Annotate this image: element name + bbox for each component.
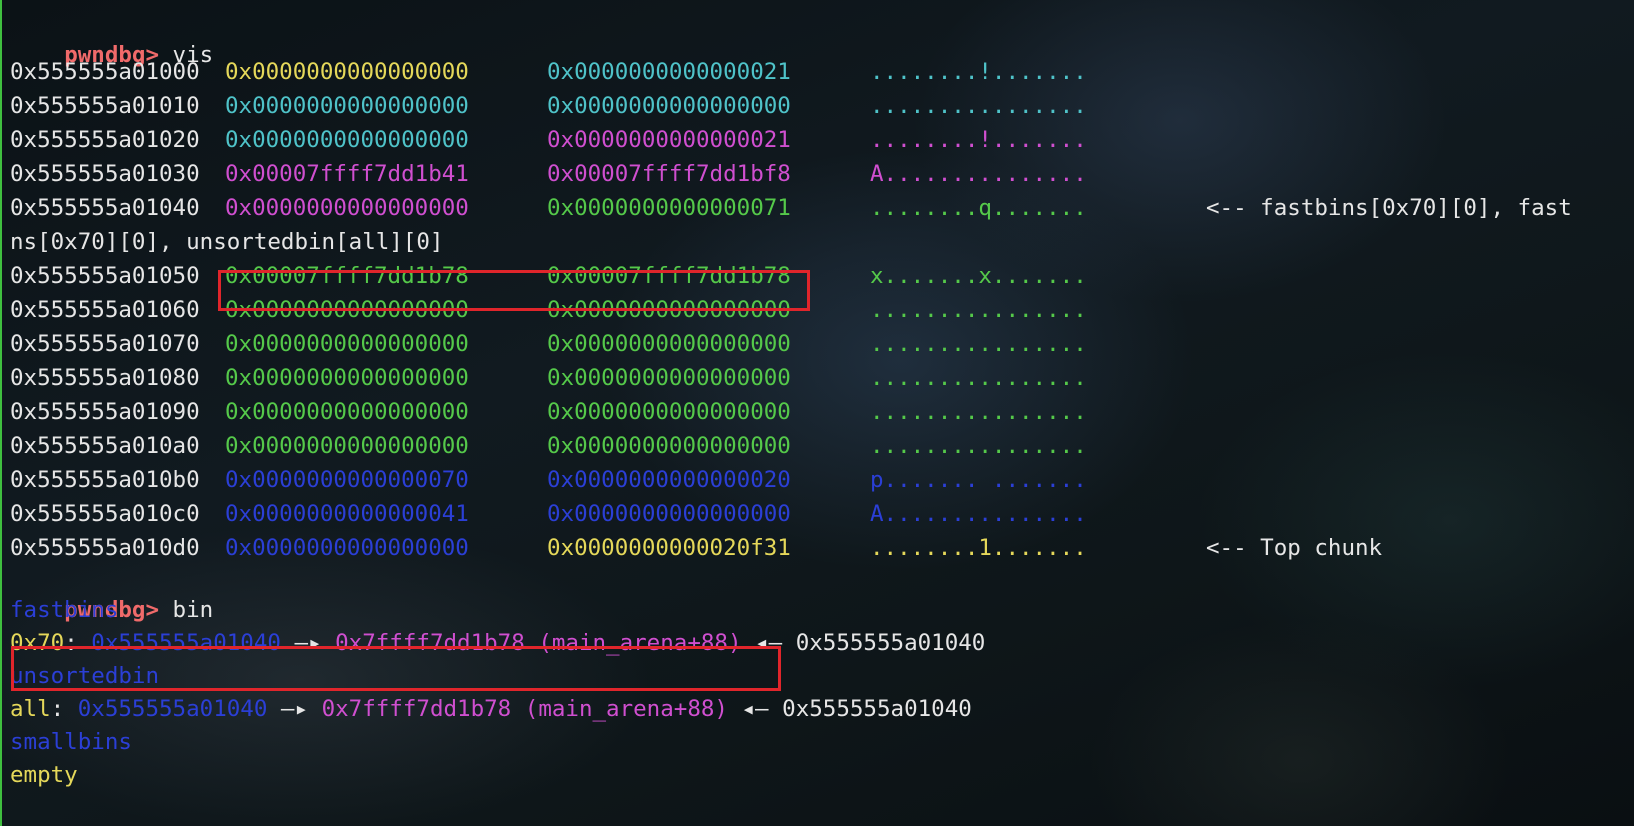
row-ascii: A...............	[870, 161, 1087, 187]
heap-row: 0x555555a010b0 0x0000000000000070 0x000000…	[10, 464, 1634, 497]
row-annotation: <-- fastbins[0x70][0], fast	[1206, 195, 1572, 221]
row-qword-1: 0x00007ffff7dd1b41	[225, 161, 469, 187]
row-qword-1: 0x0000000000000070	[225, 467, 469, 493]
heap-row: 0x555555a010d0 0x0000000000000000 0x000000…	[10, 532, 1634, 565]
row-qword-1: 0x0000000000000000	[225, 59, 469, 85]
row-qword-1: 0x0000000000000000	[225, 127, 469, 153]
row-address: 0x555555a01070	[10, 331, 200, 357]
row-annotation: <-- Top chunk	[1206, 535, 1383, 561]
terminal-left-edge	[0, 0, 2, 826]
row-ascii: ................	[870, 433, 1087, 459]
row-qword-2: 0x0000000000000000	[547, 365, 791, 391]
row-ascii: p....... .......	[870, 467, 1087, 493]
row-qword-1: 0x0000000000000041	[225, 501, 469, 527]
forward-arrow: —▸	[267, 696, 322, 722]
bin-target: 0x7ffff7dd1b78 (main_arena+88)	[321, 696, 728, 722]
row-address: 0x555555a010c0	[10, 501, 200, 527]
row-address: 0x555555a01030	[10, 161, 200, 187]
row-qword-2: 0x0000000000000000	[547, 93, 791, 119]
row-ascii: ........q.......	[870, 195, 1087, 221]
row-qword-1: 0x0000000000000000	[225, 93, 469, 119]
row-qword-2: 0x0000000000000000	[547, 399, 791, 425]
row-qword-2: 0x0000000000000000	[547, 331, 791, 357]
wrapped-note: ns[0x70][0], unsortedbin[all][0]	[10, 229, 444, 255]
heap-row: 0x555555a01010 0x0000000000000000 0x000000…	[10, 90, 1634, 123]
row-ascii: ................	[870, 365, 1087, 391]
heap-row: 0x555555a01080 0x0000000000000000 0x000000…	[10, 362, 1634, 395]
bin-chunk-address: 0x555555a01040	[77, 696, 268, 722]
heap-row: 0x555555a01020 0x0000000000000000 0x000000…	[10, 124, 1634, 157]
row-qword-1: 0x0000000000000000	[225, 331, 469, 357]
row-address: 0x555555a01040	[10, 195, 200, 221]
row-ascii: x.......x.......	[870, 263, 1087, 289]
row-ascii: ................	[870, 399, 1087, 425]
row-qword-1: 0x0000000000000000	[225, 195, 469, 221]
row-address: 0x555555a010a0	[10, 433, 200, 459]
row-qword-1: 0x0000000000000000	[225, 399, 469, 425]
prompt-line-vis: pwndbg> vis	[10, 6, 213, 68]
row-qword-1: 0x0000000000000000	[225, 433, 469, 459]
row-ascii: ................	[870, 93, 1087, 119]
heap-row: 0x555555a010c0 0x0000000000000041 0x000000…	[10, 498, 1634, 531]
row-ascii: ........1.......	[870, 535, 1087, 561]
row-qword-2: 0x0000000000000021	[547, 59, 791, 85]
heap-row: 0x555555a01030 0x00007ffff7dd1b41 0x00007f…	[10, 158, 1634, 191]
command-text: bin	[159, 597, 214, 623]
heap-row: 0x555555a01040 0x0000000000000000 0x000000…	[10, 192, 1634, 225]
row-ascii: ........!.......	[870, 127, 1087, 153]
bin-size: all	[10, 696, 51, 722]
bin-backref: ◂— 0x555555a01040	[727, 696, 972, 722]
row-ascii: A...............	[870, 501, 1087, 527]
heap-row: ns[0x70][0], unsortedbin[all][0]	[10, 226, 1634, 259]
smallbins-value: empty	[10, 762, 78, 788]
row-qword-2: 0x0000000000020f31	[547, 535, 791, 561]
highlight-box-fastbin	[11, 646, 781, 691]
smallbins-heading: smallbins	[10, 729, 132, 755]
prompt-line-bin: pwndbg> bin	[10, 561, 213, 623]
row-address: 0x555555a01080	[10, 365, 200, 391]
unsortedbin-entry: all: 0x555555a01040 —▸ 0x7ffff7dd1b78 (m…	[10, 693, 972, 726]
row-qword-2: 0x0000000000000021	[547, 127, 791, 153]
row-address: 0x555555a010b0	[10, 467, 200, 493]
heap-row: 0x555555a01090 0x0000000000000000 0x000000…	[10, 396, 1634, 429]
row-address: 0x555555a01090	[10, 399, 200, 425]
row-qword-2: 0x0000000000000071	[547, 195, 791, 221]
row-qword-2: 0x0000000000000000	[547, 433, 791, 459]
heap-row: 0x555555a01070 0x0000000000000000 0x000000…	[10, 328, 1634, 361]
row-ascii: ................	[870, 297, 1087, 323]
row-qword-2: 0x0000000000000000	[547, 501, 791, 527]
highlight-box-fd-bk	[218, 270, 810, 311]
row-ascii: ................	[870, 331, 1087, 357]
row-address: 0x555555a01020	[10, 127, 200, 153]
row-address: 0x555555a01000	[10, 59, 200, 85]
row-address: 0x555555a01050	[10, 263, 200, 289]
bin-separator: :	[50, 696, 78, 722]
row-qword-2: 0x0000000000000020	[547, 467, 791, 493]
row-qword-1: 0x0000000000000000	[225, 535, 469, 561]
row-qword-2: 0x00007ffff7dd1bf8	[547, 161, 791, 187]
fastbins-heading: fastbins	[10, 597, 119, 623]
row-address: 0x555555a01060	[10, 297, 200, 323]
heap-row: 0x555555a010a0 0x0000000000000000 0x000000…	[10, 430, 1634, 463]
heap-row: 0x555555a01000 0x0000000000000000 0x000000…	[10, 56, 1634, 89]
terminal-window[interactable]: pwndbg> vis 0x555555a01000 0x000000000000…	[0, 0, 1634, 826]
row-ascii: ........!.......	[870, 59, 1087, 85]
row-qword-1: 0x0000000000000000	[225, 365, 469, 391]
row-address: 0x555555a01010	[10, 93, 200, 119]
